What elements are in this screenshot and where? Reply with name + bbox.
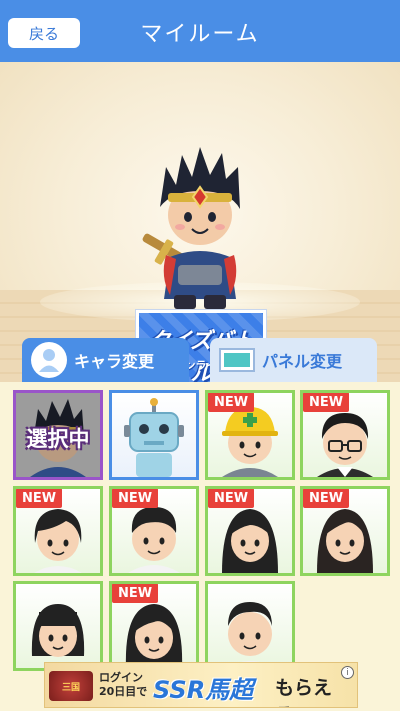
tab-character-change[interactable]: キャラ変更 bbox=[22, 338, 189, 382]
new-badge: NEW bbox=[208, 489, 255, 508]
character-card-worker[interactable]: NEW bbox=[205, 390, 295, 480]
tab-character-label: キャラ変更 bbox=[74, 352, 155, 371]
girl-bob-avatar bbox=[31, 604, 85, 657]
character-card-woman-long[interactable]: NEW bbox=[205, 486, 295, 576]
ad-banner[interactable]: 三国 ログイン 20日目で SSR馬超 もらえる! i bbox=[44, 662, 358, 708]
ad-game-logo: 三国 bbox=[49, 671, 93, 701]
panel-icon bbox=[219, 348, 255, 372]
new-badge: NEW bbox=[208, 393, 255, 412]
ad-info-icon[interactable]: i bbox=[341, 666, 354, 679]
character-card-girl-bob[interactable] bbox=[13, 581, 103, 671]
man-short-avatar bbox=[224, 602, 276, 668]
tab-panel-label: パネル変更 bbox=[262, 352, 343, 371]
character-card-boy[interactable]: NEW bbox=[109, 486, 199, 576]
page-title: マイルーム bbox=[140, 22, 260, 47]
new-badge: NEW bbox=[303, 393, 350, 412]
person-icon bbox=[31, 342, 67, 378]
tab-panel-change[interactable]: パネル変更 bbox=[210, 338, 377, 382]
character-card-glasses-man[interactable]: NEW bbox=[300, 390, 390, 480]
robot-avatar bbox=[124, 398, 184, 477]
ad-headline: SSR馬超 bbox=[153, 676, 254, 704]
character-card-hero[interactable]: 選択中 bbox=[13, 390, 103, 480]
character-card-girl-short[interactable]: NEW bbox=[13, 486, 103, 576]
room-stage: クイズバトル オンライン bbox=[0, 62, 400, 382]
character-card-man-short[interactable] bbox=[205, 581, 295, 671]
ad-login-line1: ログイン bbox=[99, 671, 143, 684]
selected-overlay-label: 選択中 bbox=[26, 427, 90, 451]
new-badge: NEW bbox=[16, 489, 63, 508]
character-card-woman-bob[interactable]: NEW bbox=[109, 581, 199, 671]
new-badge: NEW bbox=[112, 489, 159, 508]
new-badge: NEW bbox=[112, 584, 159, 603]
character-card-woman-long-2[interactable]: NEW bbox=[300, 486, 390, 576]
hero-character bbox=[142, 147, 240, 309]
character-card-robot[interactable] bbox=[109, 390, 199, 480]
new-badge: NEW bbox=[303, 489, 350, 508]
ad-login-line2: 20日目で bbox=[99, 685, 148, 698]
ad-login-text: ログイン 20日目で bbox=[99, 671, 147, 699]
header-bar: 戻る マイルーム bbox=[0, 0, 400, 62]
